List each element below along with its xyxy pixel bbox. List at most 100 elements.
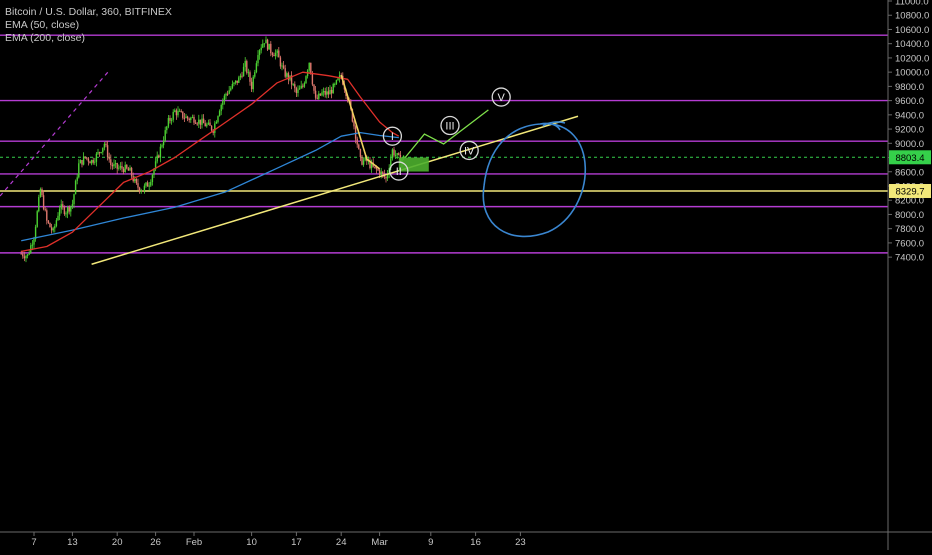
candle-body-49 bbox=[98, 152, 101, 154]
candle-body-18 bbox=[49, 222, 51, 228]
candle-body-0 bbox=[20, 253, 22, 255]
candle-body-194 bbox=[330, 89, 333, 94]
price-tick-label-8000.0: 8000.0 bbox=[895, 210, 924, 221]
candle-body-138 bbox=[241, 75, 243, 77]
candle-body-36 bbox=[78, 163, 80, 178]
candle-body-109 bbox=[194, 122, 197, 124]
candle-body-35 bbox=[76, 177, 78, 181]
time-tick-label-0: 7 bbox=[31, 537, 36, 548]
candle-body-62 bbox=[119, 166, 122, 168]
candle-body-38 bbox=[81, 160, 83, 165]
candle-body-176 bbox=[302, 85, 304, 87]
time-tick-label-9: 9 bbox=[428, 537, 433, 548]
candle-body-66 bbox=[126, 164, 128, 169]
candle-body-223 bbox=[377, 169, 379, 171]
candle-body-88 bbox=[161, 145, 163, 147]
candle-body-10 bbox=[36, 211, 38, 227]
time-tick-label-6: 17 bbox=[291, 537, 302, 548]
candle-body-148 bbox=[257, 55, 259, 64]
candle-body-209 bbox=[354, 126, 357, 139]
current-price-badge: 8803.4 bbox=[895, 153, 924, 164]
candle-body-127 bbox=[223, 95, 226, 101]
candle-body-34 bbox=[74, 180, 77, 195]
candle-body-132 bbox=[231, 83, 234, 89]
candle-body-129 bbox=[226, 93, 229, 95]
candle-body-39 bbox=[82, 156, 85, 165]
time-tick-label-11: 23 bbox=[515, 537, 526, 548]
candle-body-208 bbox=[353, 121, 355, 127]
price-tick-label-9600.0: 9600.0 bbox=[895, 96, 924, 107]
candle-body-196 bbox=[334, 83, 336, 85]
candle-body-178 bbox=[305, 76, 307, 84]
candle-body-228 bbox=[385, 177, 387, 179]
price-tick-label-9000.0: 9000.0 bbox=[895, 139, 924, 150]
price-tick-label-10400.0: 10400.0 bbox=[895, 39, 929, 50]
candle-body-94 bbox=[170, 119, 173, 121]
candle-body-96 bbox=[174, 110, 176, 112]
bitcoin-price-chart[interactable]: I II III IV V 11000.0 10800.0 10600.0 10400.0 10… bbox=[0, 0, 932, 550]
ema200-legend[interactable]: EMA (200, close) bbox=[5, 32, 85, 45]
candle-body-99 bbox=[178, 110, 181, 112]
candle-body-79 bbox=[146, 182, 149, 187]
candle-body-86 bbox=[158, 155, 160, 158]
wave-label-0: I bbox=[391, 131, 394, 143]
candle-body-126 bbox=[222, 100, 224, 105]
candle-body-4 bbox=[26, 254, 29, 256]
candle-body-67 bbox=[127, 168, 130, 171]
price-tick-label-10600.0: 10600.0 bbox=[895, 25, 929, 36]
price-tick-label-7400.0: 7400.0 bbox=[895, 253, 924, 264]
candle-body-122 bbox=[215, 121, 218, 124]
candle-body-65 bbox=[124, 164, 126, 173]
candle-body-144 bbox=[250, 81, 253, 90]
candle-body-60 bbox=[116, 163, 118, 169]
candle-body-164 bbox=[282, 65, 285, 69]
candle-body-161 bbox=[278, 50, 280, 58]
candle-body-156 bbox=[270, 43, 272, 54]
chart-canvas[interactable]: IIIIIIIVV 11000.010800.010600.010400.010… bbox=[0, 0, 932, 550]
price-tick-label-11000.0: 11000.0 bbox=[895, 0, 929, 8]
candle-body-11 bbox=[38, 196, 40, 212]
candle-body-163 bbox=[281, 65, 283, 67]
candle-body-13 bbox=[41, 189, 43, 196]
candle-body-55 bbox=[108, 157, 110, 160]
candle-body-20 bbox=[52, 228, 54, 231]
candle-body-31 bbox=[70, 206, 72, 212]
candle-body-98 bbox=[177, 110, 179, 116]
candle-body-25 bbox=[60, 204, 62, 210]
candle-body-225 bbox=[380, 171, 382, 175]
candle-body-43 bbox=[89, 161, 91, 164]
candle-body-12 bbox=[39, 189, 42, 197]
candle-body-173 bbox=[297, 89, 299, 93]
candle-body-130 bbox=[228, 90, 230, 94]
candle-body-29 bbox=[66, 207, 69, 214]
candle-body-111 bbox=[198, 119, 200, 124]
wave-label-4: V bbox=[498, 92, 506, 104]
candle-body-110 bbox=[196, 123, 198, 125]
candle-body-159 bbox=[274, 52, 277, 57]
candle-body-133 bbox=[233, 82, 235, 84]
candle-body-17 bbox=[47, 220, 50, 223]
time-tick-label-7: 24 bbox=[336, 537, 347, 548]
candle-body-191 bbox=[326, 91, 328, 95]
candle-body-21 bbox=[54, 226, 56, 229]
candle-body-235 bbox=[396, 153, 398, 155]
candle-body-124 bbox=[218, 111, 221, 117]
candle-body-58 bbox=[113, 163, 115, 167]
candle-body-14 bbox=[42, 195, 45, 210]
candle-body-210 bbox=[356, 138, 358, 145]
candle-body-51 bbox=[102, 147, 104, 153]
ema50-legend[interactable]: EMA (50, close) bbox=[5, 19, 79, 32]
candle-body-59 bbox=[114, 163, 117, 165]
candle-body-142 bbox=[247, 72, 250, 74]
wave-label-2: III bbox=[445, 121, 454, 133]
time-tick-label-8: Mar bbox=[371, 537, 387, 548]
candle-body-226 bbox=[382, 171, 384, 174]
candle-body-26 bbox=[62, 204, 64, 208]
candle-body-108 bbox=[193, 117, 195, 123]
time-tick-label-4: Feb bbox=[186, 537, 202, 548]
candle-body-224 bbox=[378, 170, 381, 175]
candle-body-81 bbox=[150, 182, 152, 186]
price-tick-label-9200.0: 9200.0 bbox=[895, 125, 924, 136]
candle-body-40 bbox=[84, 156, 86, 158]
candle-body-221 bbox=[374, 166, 376, 168]
